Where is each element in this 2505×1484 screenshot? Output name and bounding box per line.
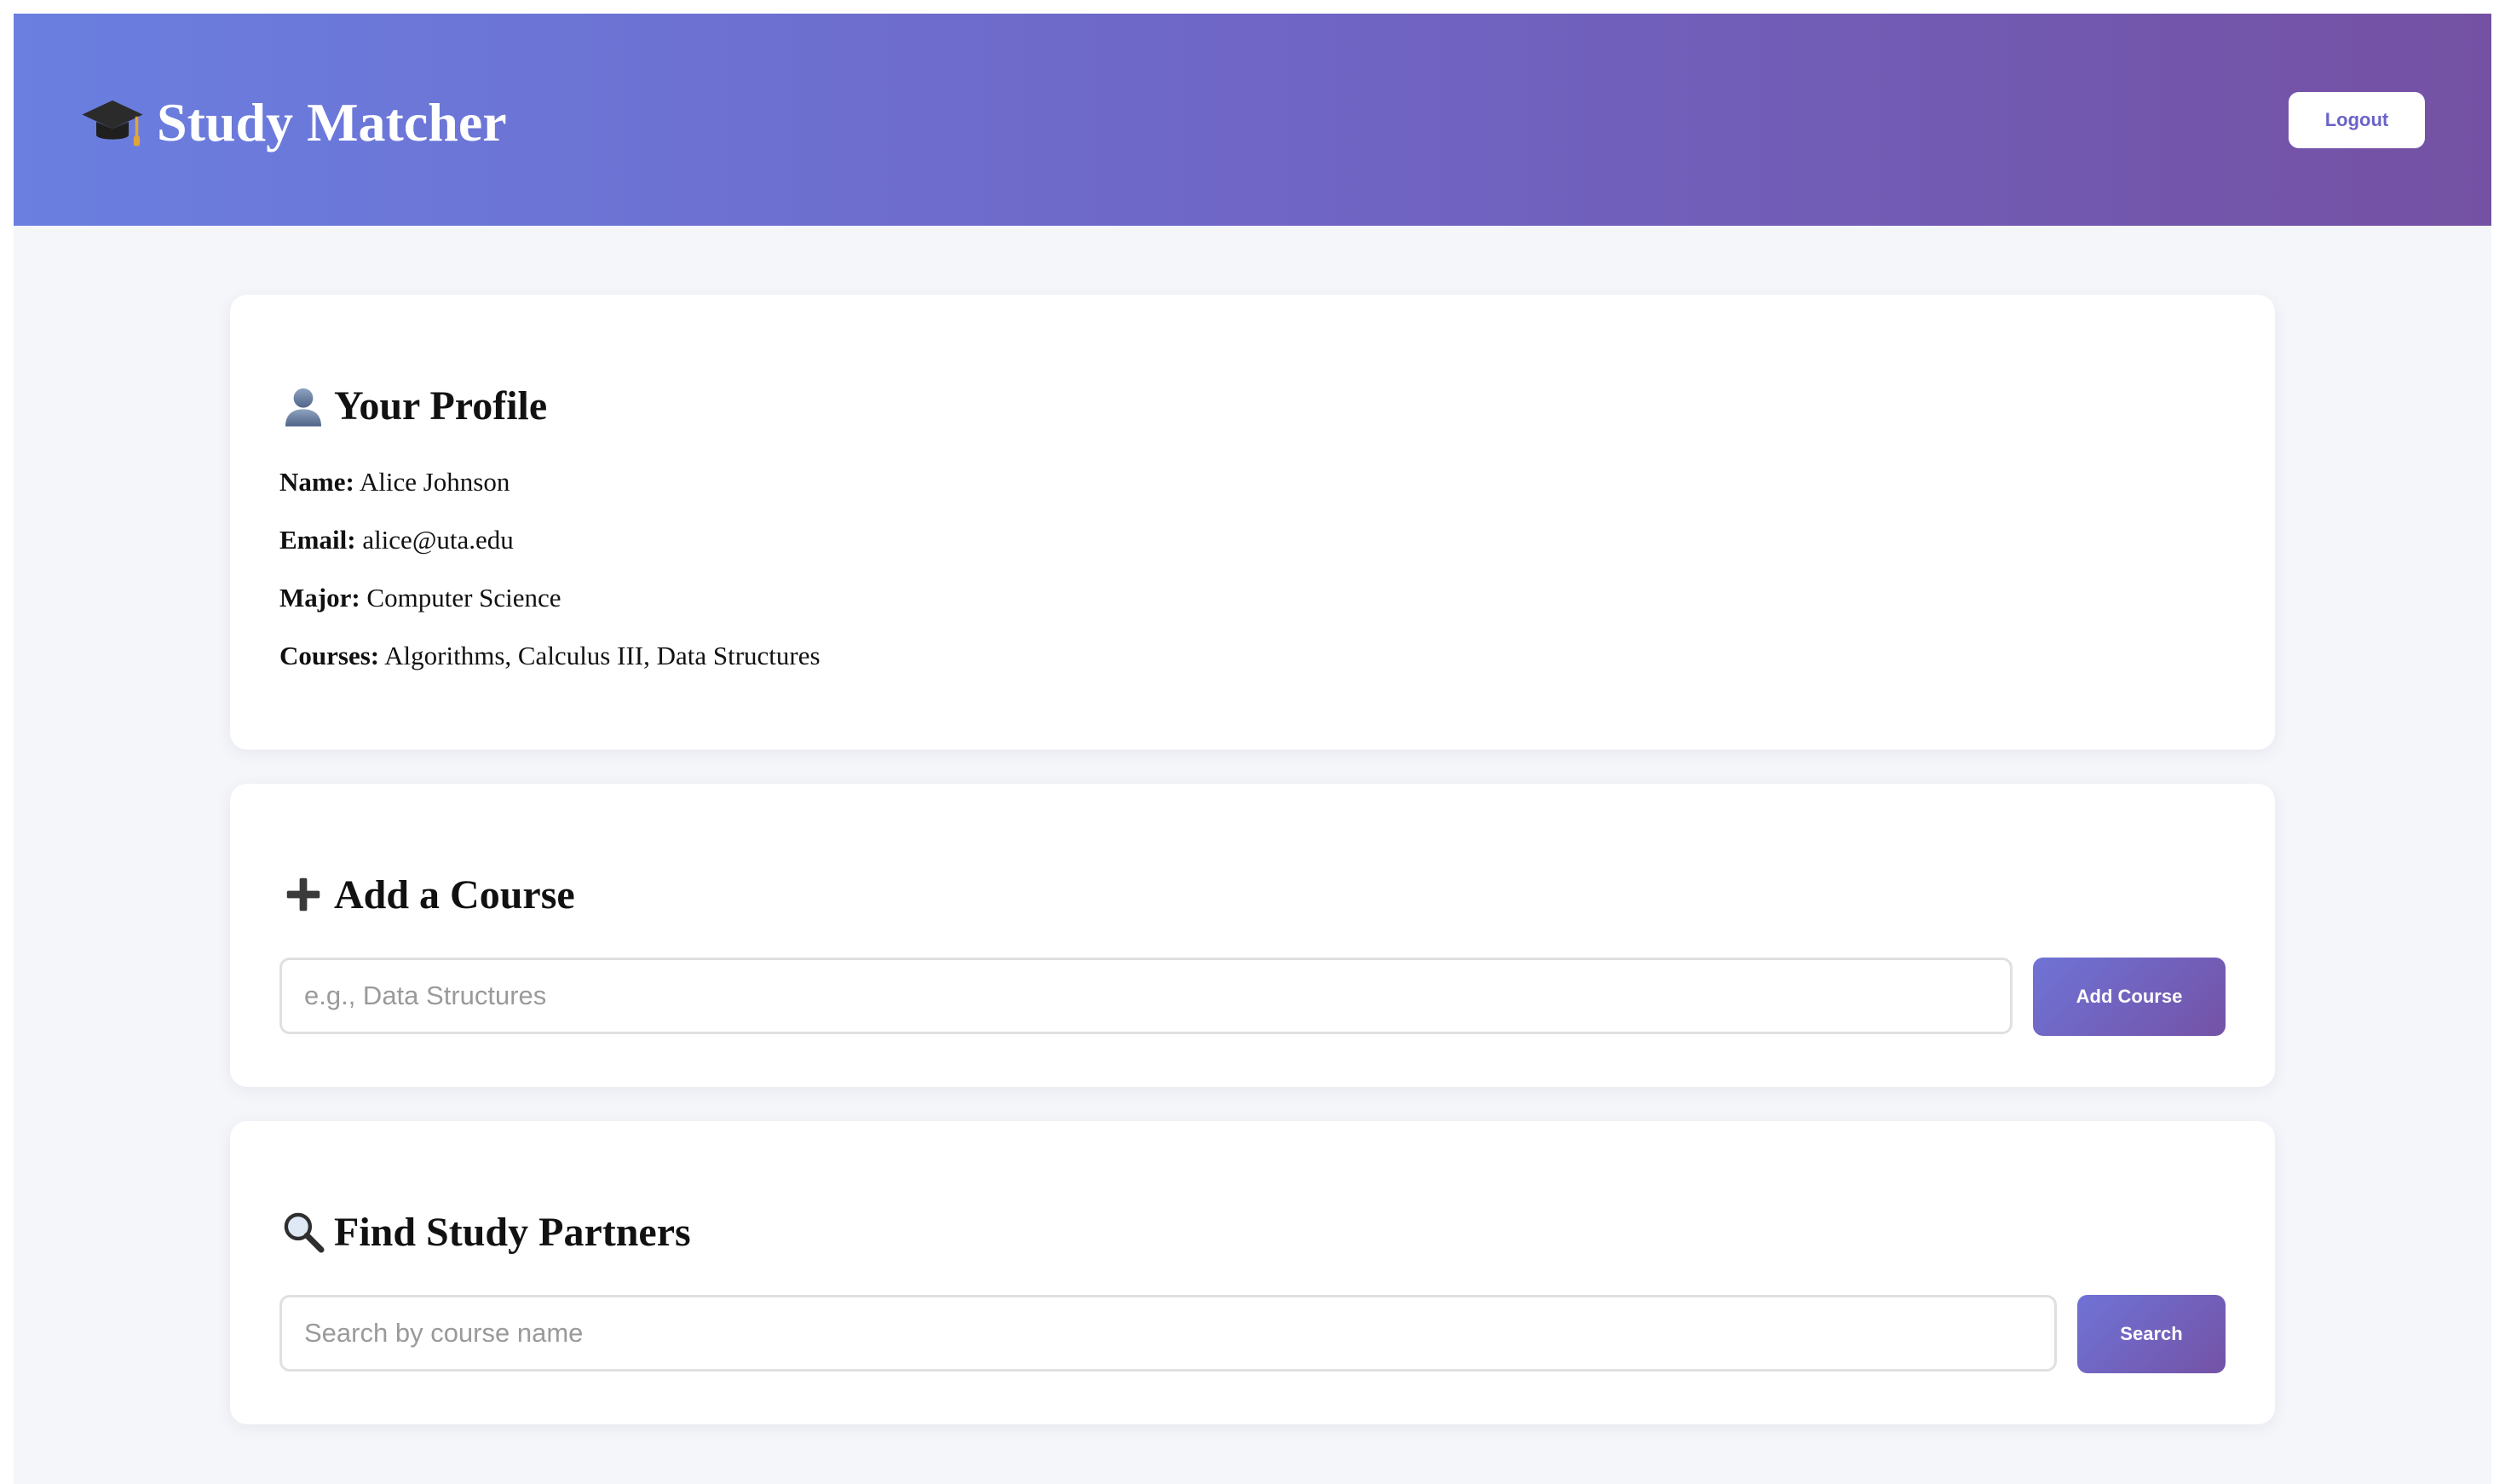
- app-header: Study Matcher Logout: [14, 14, 2491, 226]
- profile-courses-row: Courses: Algorithms, Calculus III, Data …: [279, 637, 821, 675]
- add-course-card: Add a Course Add Course: [230, 784, 2275, 1087]
- profile-card: Your Profile Name: Alice Johnson Email: …: [230, 295, 2275, 750]
- plus-icon: [286, 877, 320, 912]
- page: Study Matcher Logout Your Profile Name: …: [14, 14, 2491, 1484]
- profile-major-row: Major: Computer Science: [279, 579, 561, 617]
- name-label: Name:: [279, 467, 354, 497]
- email-value: alice@uta.edu: [362, 525, 514, 555]
- user-silhouette-icon: [285, 388, 321, 427]
- profile-heading: Your Profile: [279, 380, 547, 431]
- add-course-heading: Add a Course: [279, 869, 575, 920]
- course-input[interactable]: [279, 958, 2013, 1034]
- profile-heading-text: Your Profile: [334, 383, 548, 429]
- courses-label: Courses:: [279, 641, 380, 670]
- profile-email-row: Email: alice@uta.edu: [279, 521, 514, 559]
- search-button[interactable]: Search: [2077, 1295, 2226, 1373]
- email-label: Email:: [279, 525, 356, 555]
- graduation-cap-icon: [82, 100, 143, 147]
- search-input[interactable]: [279, 1295, 2057, 1372]
- find-partners-heading: Find Study Partners: [279, 1206, 691, 1257]
- courses-value: Algorithms, Calculus III, Data Structure…: [384, 641, 821, 670]
- find-partners-heading-text: Find Study Partners: [334, 1209, 691, 1255]
- find-partners-card: Find Study Partners Search: [230, 1121, 2275, 1424]
- name-value: Alice Johnson: [359, 467, 510, 497]
- brand: Study Matcher: [80, 89, 507, 157]
- app-title: Study Matcher: [157, 92, 507, 152]
- magnifying-glass-icon: [284, 1212, 325, 1253]
- profile-name-row: Name: Alice Johnson: [279, 463, 510, 501]
- major-value: Computer Science: [366, 583, 561, 613]
- logout-button[interactable]: Logout: [2289, 92, 2425, 148]
- add-course-button[interactable]: Add Course: [2033, 958, 2226, 1036]
- major-label: Major:: [279, 583, 360, 613]
- add-course-heading-text: Add a Course: [334, 871, 575, 917]
